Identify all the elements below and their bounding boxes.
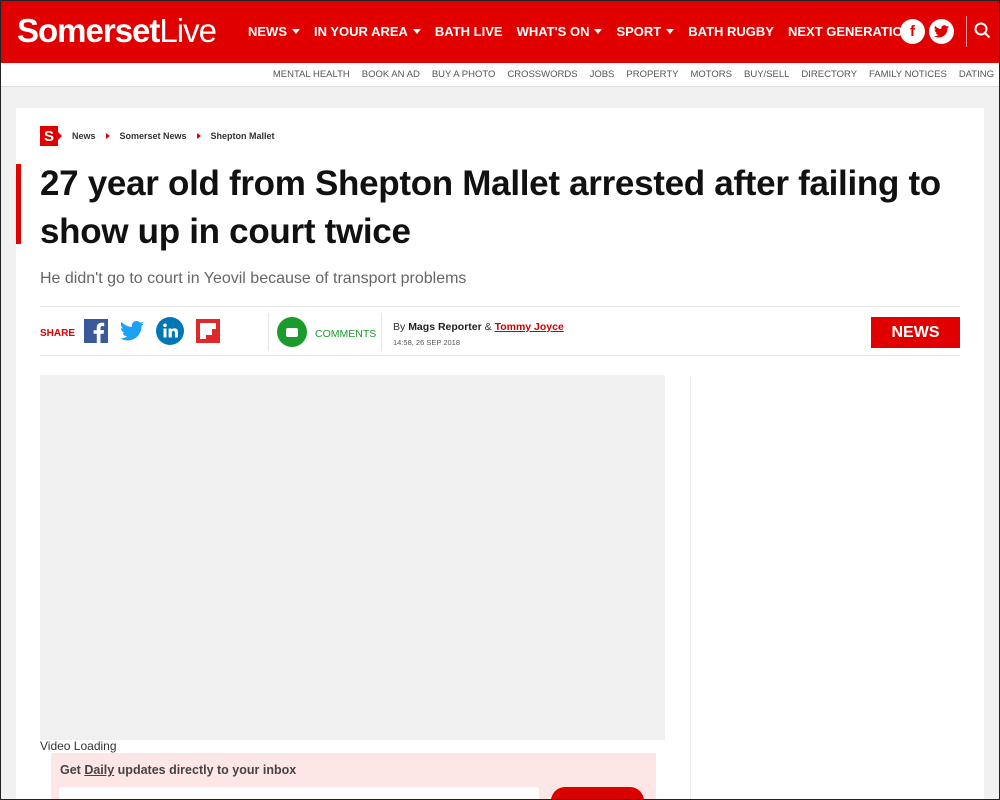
site-badge-icon[interactable]: S [40,126,62,146]
nav-item-sport[interactable]: SPORT [616,24,675,39]
linkedin-shape [156,317,184,345]
badge-letter: S [43,127,54,145]
nav-item-whats-on[interactable]: WHAT'S ON [517,24,603,39]
article-standfirst: He didn't go to court in Yeovil because … [40,270,467,287]
breadcrumb-item-shepton-mallet[interactable]: Shepton Mallet [211,131,275,141]
publish-timestamp: 14:58, 26 SEP 2018 [393,338,461,347]
nav-label: NEXT GENERATION [787,24,912,39]
breadcrumb-item-news[interactable]: News [72,131,96,141]
nav-item-news[interactable]: NEWS [248,24,300,39]
facebook-icon[interactable]: f [900,19,925,44]
newsletter-subscribe-button[interactable] [551,787,644,800]
nav-label: BATH LIVE [434,24,503,39]
sidebar-divider [690,375,691,800]
video-player[interactable] [40,375,665,740]
nav-label: NEWS [248,24,287,39]
linkedin-icon[interactable] [156,317,184,345]
subnav-item-buy-sell[interactable]: BUY/SELL [744,69,789,80]
comments-icon[interactable] [277,317,307,347]
subnav-item-directory[interactable]: DIRECTORY [801,69,857,80]
nav-item-bath-rugby[interactable]: BATH RUGBY [688,24,774,39]
meta-divider [268,313,269,351]
article-card: S News Somerset News Shepton Mallet 27 y… [16,108,984,800]
newsletter-signup: Get Daily updates directly to your inbox [51,753,656,800]
nav-label: SPORT [616,24,662,39]
author-name-link[interactable]: Tommy Joyce [495,321,564,333]
twitter-bird-shape [934,25,949,38]
facebook-glyph: f [910,23,915,40]
site-logo[interactable]: SomersetLive [17,12,217,50]
subnav-list: MENTAL HEALTH BOOK AN AD BUY A PHOTO CRO… [261,69,994,80]
comments-link[interactable]: COMMENTS [315,328,376,340]
search-glyph [974,22,991,39]
author-name[interactable]: Mags Reporter [408,321,482,333]
byline-prefix: By [393,321,406,333]
main-nav: NEWS IN YOUR AREA BATH LIVE WHAT'S ON SP… [248,0,926,63]
nav-label: IN YOUR AREA [314,24,408,39]
category-badge[interactable]: NEWS [871,317,960,348]
nav-item-in-your-area[interactable]: IN YOUR AREA [314,24,421,39]
newsletter-heading: Get Daily updates directly to your inbox [60,763,296,777]
nav-label: BATH RUGBY [688,24,774,39]
flipboard-icon[interactable] [196,319,220,343]
logo-light: Live [159,12,217,49]
subnav-item-dating[interactable]: DATING [959,69,994,80]
byline: By Mags Reporter & Tommy Joyce [393,321,564,333]
share-label: SHARE [40,328,76,339]
subnav-item-book-an-ad[interactable]: BOOK AN AD [362,69,420,80]
breadcrumb-item-somerset-news[interactable]: Somerset News [120,131,187,141]
subnav-item-crosswords[interactable]: CROSSWORDS [507,69,577,80]
facebook-icon[interactable] [84,319,108,343]
meta-divider [381,313,382,351]
subnav-item-mental-health[interactable]: MENTAL HEALTH [273,69,350,80]
newsletter-text-part: updates directly to your inbox [114,763,297,777]
chevron-down-icon [412,29,421,34]
twitter-shape [120,321,144,341]
subnav-item-motors[interactable]: MOTORS [690,69,732,80]
top-navigation-bar: SomersetLive NEWS IN YOUR AREA BATH LIVE… [0,0,1000,63]
facebook-shape [84,319,108,343]
secondary-navigation: MENTAL HEALTH BOOK AN AD BUY A PHOTO CRO… [0,63,1000,87]
logo-bold: Somerset [17,12,160,49]
breadcrumb-arrow-icon [105,133,110,139]
breadcrumb-arrow-icon [196,133,201,139]
comment-bubble-shape [286,327,298,337]
flipboard-shape [196,319,220,343]
twitter-icon[interactable] [120,319,144,343]
article-headline: 27 year old from Shepton Mallet arrested… [40,164,941,251]
subnav-item-family-notices[interactable]: FAMILY NOTICES [869,69,947,80]
newsletter-text-part: Get [60,763,85,777]
twitter-icon[interactable] [929,19,954,44]
subnav-item-property[interactable]: PROPERTY [626,69,678,80]
breadcrumb: S News Somerset News Shepton Mallet [40,126,275,146]
chevron-down-icon [292,29,300,34]
newsletter-email-field[interactable] [59,787,539,800]
subnav-item-buy-a-photo[interactable]: BUY A PHOTO [432,69,496,80]
nav-item-next-generation[interactable]: NEXT GENERATION [788,24,912,39]
chevron-down-icon [666,29,675,34]
subnav-item-jobs[interactable]: JOBS [590,69,615,80]
article-meta-row: SHARE COMMENTS By Mags Reporter & Tommy … [40,306,960,356]
video-loading-text: Video Loading [40,739,117,753]
search-icon[interactable] [972,19,994,43]
headline-accent-bar [16,164,21,244]
author-separator: & [484,321,492,333]
nav-label: WHAT'S ON [516,24,590,39]
topbar-divider [966,16,967,47]
nav-item-bath-live[interactable]: BATH LIVE [435,24,503,39]
newsletter-frequency: Daily [84,763,115,777]
chevron-down-icon [594,29,603,34]
